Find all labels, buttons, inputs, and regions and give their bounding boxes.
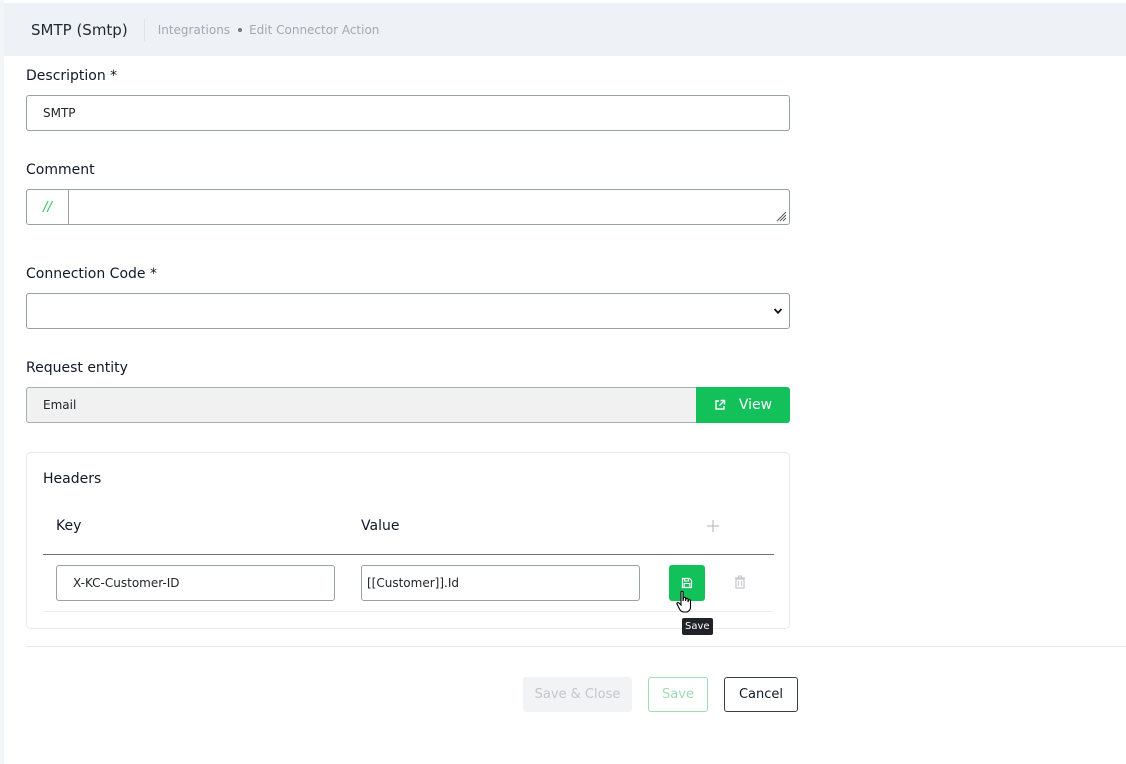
description-input[interactable]: SMTP bbox=[26, 95, 790, 131]
save-and-close-button[interactable]: Save & Close bbox=[523, 677, 632, 712]
breadcrumb-integrations[interactable]: Integrations bbox=[158, 23, 230, 37]
header-value-input[interactable]: [[Customer]].Id bbox=[361, 565, 640, 601]
view-entity-button[interactable]: View bbox=[696, 387, 790, 423]
floppy-disk-icon bbox=[681, 577, 693, 589]
request-entity-field: Email bbox=[26, 387, 706, 423]
description-label: Description * bbox=[26, 68, 118, 84]
footer-divider bbox=[26, 646, 1126, 647]
chevron-down-icon bbox=[773, 308, 783, 315]
request-entity-value: Email bbox=[43, 398, 77, 412]
description-value: SMTP bbox=[43, 106, 76, 120]
view-button-label: View bbox=[738, 397, 773, 413]
header-key-value: X-KC-Customer-ID bbox=[73, 576, 180, 590]
header-value-value: [[Customer]].Id bbox=[367, 576, 459, 590]
headers-title: Headers bbox=[43, 471, 102, 487]
hand-cursor-icon bbox=[676, 590, 692, 613]
breadcrumb-current: Edit Connector Action bbox=[249, 22, 380, 37]
trash-icon[interactable] bbox=[734, 575, 746, 589]
comment-label: Comment bbox=[26, 162, 95, 178]
column-header-key: Key bbox=[56, 518, 82, 534]
save-tooltip: Save bbox=[682, 618, 713, 635]
comment-prefix: // bbox=[27, 190, 69, 224]
table-row-divider bbox=[43, 611, 774, 612]
connection-code-label: Connection Code * bbox=[26, 266, 157, 282]
plus-icon[interactable] bbox=[706, 519, 720, 533]
connection-code-select[interactable] bbox=[26, 293, 790, 329]
resize-grip-icon[interactable] bbox=[775, 210, 787, 222]
save-button[interactable]: Save bbox=[648, 677, 708, 712]
table-header-divider bbox=[43, 554, 774, 555]
external-link-icon bbox=[715, 399, 726, 410]
breadcrumb-separator bbox=[238, 27, 243, 32]
column-header-value: Value bbox=[361, 518, 400, 534]
header-divider bbox=[143, 18, 145, 41]
left-gutter bbox=[0, 0, 4, 764]
page-title: SMTP (Smtp) bbox=[31, 20, 128, 39]
request-entity-label: Request entity bbox=[26, 360, 128, 376]
cancel-button[interactable]: Cancel bbox=[724, 677, 798, 712]
comment-textarea[interactable]: // bbox=[26, 189, 790, 225]
page-header: SMTP (Smtp) Integrations Edit Connector … bbox=[4, 3, 1126, 56]
header-key-input[interactable]: X-KC-Customer-ID bbox=[56, 565, 335, 601]
